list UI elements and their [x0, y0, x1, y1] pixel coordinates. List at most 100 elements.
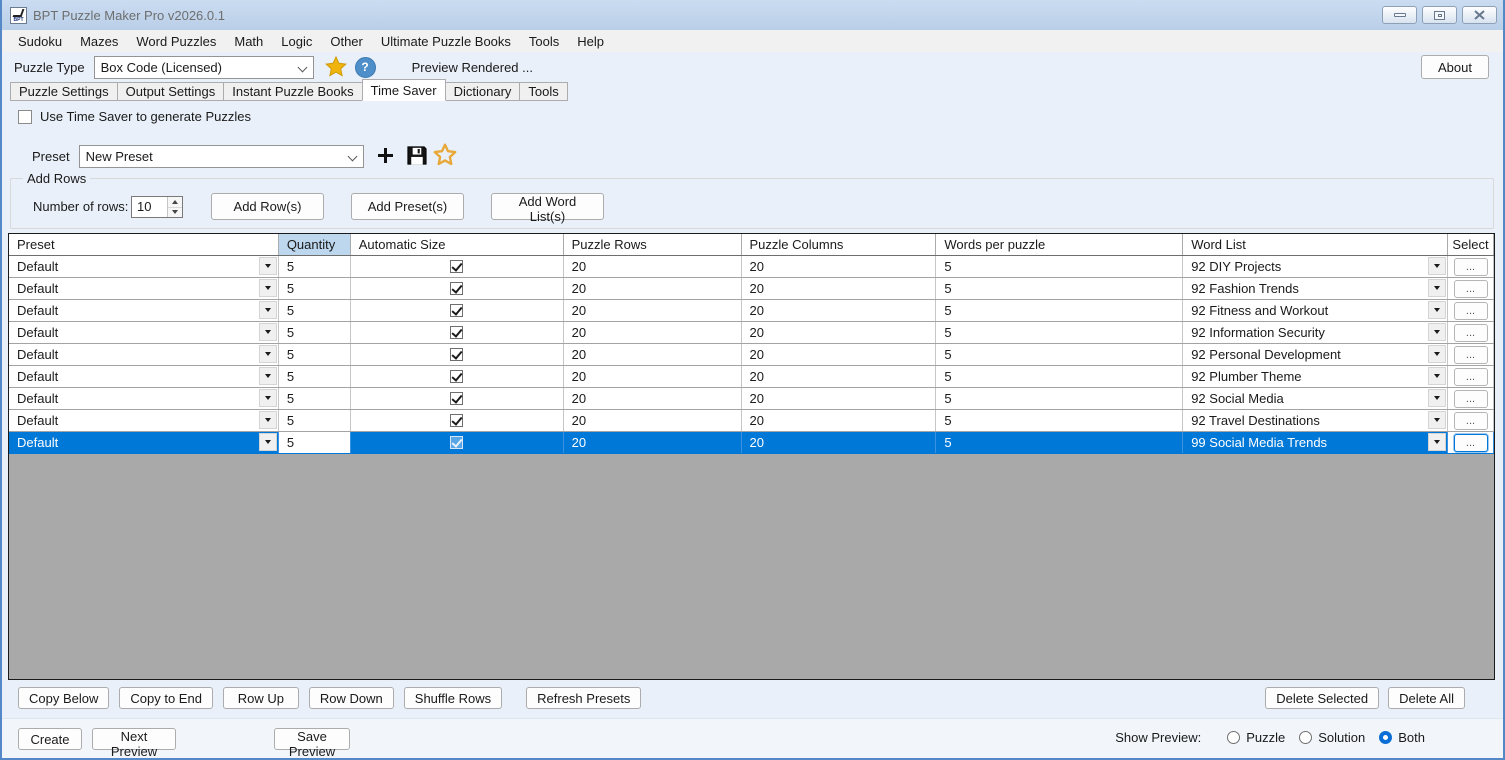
- automatic-size-checkbox[interactable]: [450, 436, 463, 449]
- grid-cell-quantity[interactable]: 5: [279, 278, 351, 299]
- grid-cell-preset[interactable]: Default: [9, 432, 279, 453]
- use-time-saver-checkbox[interactable]: Use Time Saver to generate Puzzles: [18, 109, 251, 124]
- select-wordlist-button[interactable]: ...: [1454, 390, 1488, 408]
- menu-logic[interactable]: Logic: [272, 30, 321, 52]
- wordlist-dropdown-button[interactable]: [1428, 433, 1446, 451]
- grid-cell-automatic-size[interactable]: [351, 278, 564, 299]
- grid-cell-word-list[interactable]: 92 Personal Development: [1183, 344, 1448, 365]
- grid-cell-puzzle-columns[interactable]: 20: [742, 388, 937, 409]
- grid-cell-puzzle-columns[interactable]: 20: [742, 410, 937, 431]
- close-button[interactable]: [1462, 6, 1497, 24]
- puzzle-type-combobox[interactable]: Box Code (Licensed): [94, 56, 314, 79]
- grid-cell-automatic-size[interactable]: [351, 410, 564, 431]
- column-header-puzzle-rows[interactable]: Puzzle Rows: [564, 234, 742, 255]
- tab-output-settings[interactable]: Output Settings: [117, 82, 225, 101]
- automatic-size-checkbox[interactable]: [450, 260, 463, 273]
- grid-cell-quantity[interactable]: 5: [279, 410, 351, 431]
- menu-mazes[interactable]: Mazes: [71, 30, 127, 52]
- grid-cell-automatic-size[interactable]: [351, 300, 564, 321]
- wordlist-dropdown-button[interactable]: [1428, 257, 1446, 275]
- grid-cell-quantity[interactable]: 5: [279, 388, 351, 409]
- grid-cell-word-list[interactable]: 92 Social Media: [1183, 388, 1448, 409]
- grid-cell-automatic-size[interactable]: [351, 344, 564, 365]
- grid-cell-puzzle-rows[interactable]: 20: [564, 388, 742, 409]
- select-wordlist-button[interactable]: ...: [1454, 324, 1488, 342]
- tab-tools[interactable]: Tools: [519, 82, 567, 101]
- menu-other[interactable]: Other: [321, 30, 372, 52]
- refresh-presets-button[interactable]: Refresh Presets: [526, 687, 641, 709]
- grid-cell-puzzle-columns[interactable]: 20: [742, 256, 937, 277]
- table-row[interactable]: Default52020599 Social Media Trends...: [9, 432, 1494, 454]
- grid-cell-preset[interactable]: Default: [9, 366, 279, 387]
- grid-cell-automatic-size[interactable]: [351, 366, 564, 387]
- grid-cell-quantity[interactable]: 5: [279, 322, 351, 343]
- table-row[interactable]: Default52020592 Travel Destinations...: [9, 410, 1494, 432]
- grid-cell-puzzle-rows[interactable]: 20: [564, 344, 742, 365]
- add-presets-button[interactable]: Add Preset(s): [351, 193, 464, 220]
- save-preview-button[interactable]: Save Preview: [274, 728, 350, 750]
- show-preview-option-both[interactable]: Both: [1379, 730, 1425, 745]
- column-header-preset[interactable]: Preset: [9, 234, 279, 255]
- select-wordlist-button[interactable]: ...: [1454, 280, 1488, 298]
- grid-cell-puzzle-columns[interactable]: 20: [742, 300, 937, 321]
- column-header-puzzle-columns[interactable]: Puzzle Columns: [742, 234, 937, 255]
- grid-cell-words-per-puzzle[interactable]: 5: [936, 366, 1183, 387]
- table-row[interactable]: Default52020592 Fashion Trends...: [9, 278, 1494, 300]
- table-row[interactable]: Default52020592 Information Security...: [9, 322, 1494, 344]
- grid-cell-automatic-size[interactable]: [351, 388, 564, 409]
- grid-cell-word-list[interactable]: 92 Travel Destinations: [1183, 410, 1448, 431]
- grid-cell-puzzle-columns[interactable]: 20: [742, 432, 937, 453]
- select-wordlist-button[interactable]: ...: [1454, 302, 1488, 320]
- stepper-down-button[interactable]: [168, 208, 182, 218]
- save-preset-icon[interactable]: [405, 144, 428, 170]
- column-header-automatic-size[interactable]: Automatic Size: [351, 234, 564, 255]
- wordlist-dropdown-button[interactable]: [1428, 389, 1446, 407]
- select-wordlist-button[interactable]: ...: [1454, 434, 1488, 452]
- grid-cell-puzzle-columns[interactable]: 20: [742, 344, 937, 365]
- grid-cell-automatic-size[interactable]: [351, 256, 564, 277]
- next-preview-button[interactable]: Next Preview: [92, 728, 176, 750]
- row-down-button[interactable]: Row Down: [309, 687, 394, 709]
- grid-cell-word-list[interactable]: 99 Social Media Trends: [1183, 432, 1448, 453]
- grid-cell-words-per-puzzle[interactable]: 5: [936, 344, 1183, 365]
- column-header-quantity[interactable]: Quantity: [279, 234, 351, 255]
- select-wordlist-button[interactable]: ...: [1454, 258, 1488, 276]
- grid-cell-automatic-size[interactable]: [351, 432, 564, 453]
- grid-cell-words-per-puzzle[interactable]: 5: [936, 388, 1183, 409]
- shuffle-rows-button[interactable]: Shuffle Rows: [404, 687, 502, 709]
- grid-cell-word-list[interactable]: 92 Information Security: [1183, 322, 1448, 343]
- automatic-size-checkbox[interactable]: [450, 414, 463, 427]
- tab-puzzle-settings[interactable]: Puzzle Settings: [10, 82, 118, 101]
- grid-cell-puzzle-rows[interactable]: 20: [564, 278, 742, 299]
- delete-all-button[interactable]: Delete All: [1388, 687, 1465, 709]
- automatic-size-checkbox[interactable]: [450, 326, 463, 339]
- grid-cell-puzzle-columns[interactable]: 20: [742, 366, 937, 387]
- menu-ultimate-puzzle-books[interactable]: Ultimate Puzzle Books: [372, 30, 520, 52]
- preset-dropdown-button[interactable]: [259, 345, 277, 363]
- tab-time-saver[interactable]: Time Saver: [362, 79, 446, 101]
- grid-cell-words-per-puzzle[interactable]: 5: [936, 432, 1183, 453]
- wordlist-dropdown-button[interactable]: [1428, 323, 1446, 341]
- create-button[interactable]: Create: [18, 728, 82, 750]
- grid-cell-word-list[interactable]: 92 Plumber Theme: [1183, 366, 1448, 387]
- grid-cell-preset[interactable]: Default: [9, 300, 279, 321]
- grid-cell-puzzle-rows[interactable]: 20: [564, 300, 742, 321]
- menu-tools[interactable]: Tools: [520, 30, 568, 52]
- grid-cell-words-per-puzzle[interactable]: 5: [936, 322, 1183, 343]
- menu-word-puzzles[interactable]: Word Puzzles: [127, 30, 225, 52]
- minimize-button[interactable]: [1382, 6, 1417, 24]
- table-row[interactable]: Default52020592 Plumber Theme...: [9, 366, 1494, 388]
- grid-cell-quantity[interactable]: 5: [279, 256, 351, 277]
- preset-dropdown-button[interactable]: [259, 301, 277, 319]
- favorite-preset-star-icon[interactable]: [432, 142, 458, 171]
- column-header-select[interactable]: Select: [1448, 234, 1494, 255]
- wordlist-dropdown-button[interactable]: [1428, 367, 1446, 385]
- show-preview-option-puzzle[interactable]: Puzzle: [1227, 730, 1285, 745]
- grid-cell-puzzle-columns[interactable]: 20: [742, 322, 937, 343]
- grid-cell-preset[interactable]: Default: [9, 322, 279, 343]
- preset-dropdown-button[interactable]: [259, 257, 277, 275]
- menu-sudoku[interactable]: Sudoku: [9, 30, 71, 52]
- table-row[interactable]: Default52020592 Social Media...: [9, 388, 1494, 410]
- select-wordlist-button[interactable]: ...: [1454, 346, 1488, 364]
- automatic-size-checkbox[interactable]: [450, 392, 463, 405]
